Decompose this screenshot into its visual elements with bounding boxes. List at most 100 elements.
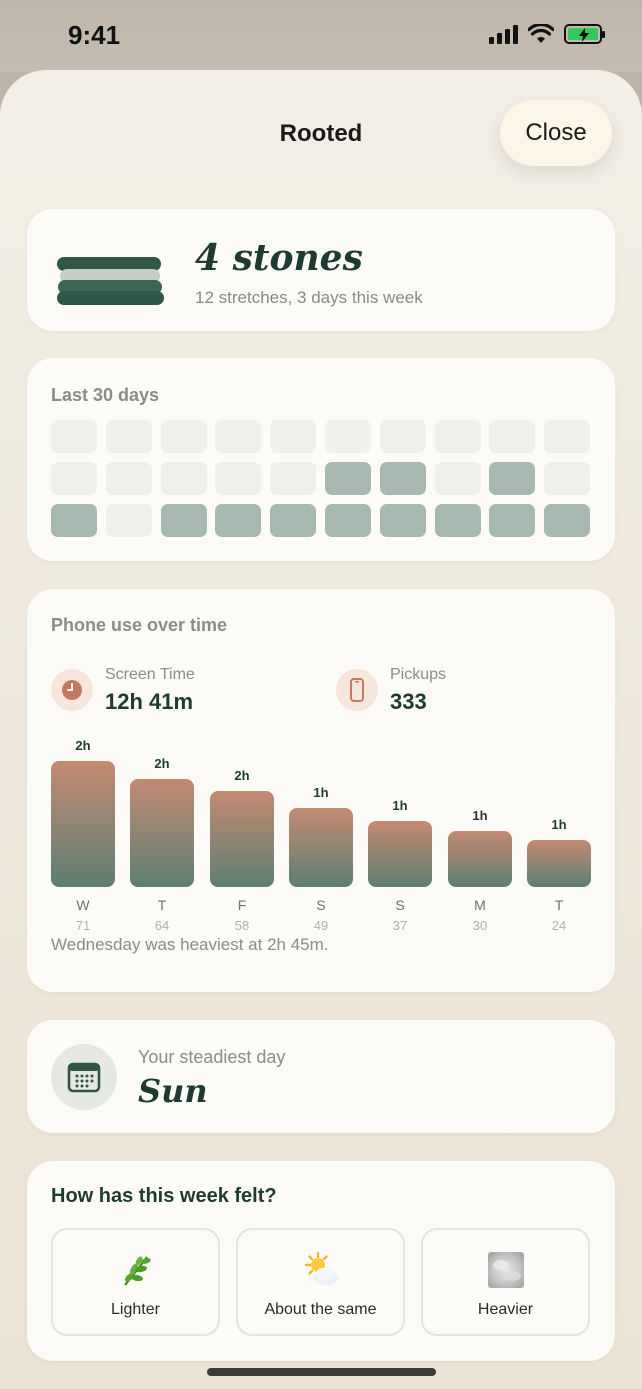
- day-grid: [51, 420, 591, 537]
- screen-time-bar: [130, 779, 194, 887]
- stones-card: 4 stones 12 stretches, 3 days this week: [27, 209, 615, 331]
- day-cell: [51, 462, 97, 495]
- active-day-cell: [51, 504, 97, 537]
- home-indicator: [207, 1368, 436, 1376]
- active-day-cell: [489, 462, 536, 495]
- sun-behind-cloud-icon: [238, 1250, 403, 1290]
- lighter-button[interactable]: Lighter: [51, 1228, 220, 1336]
- day-cell: [215, 462, 262, 495]
- stones-count: 4 stones: [195, 237, 363, 279]
- active-day-cell: [215, 504, 262, 537]
- battery-icon: [564, 24, 605, 44]
- bar-column: 1h S 49: [289, 739, 353, 939]
- status-icons: [489, 24, 605, 44]
- day-cell: [270, 462, 317, 495]
- heavier-button[interactable]: Heavier: [421, 1228, 590, 1336]
- steadiest-day-card: Your steadiest day Sun: [27, 1020, 615, 1133]
- about-the-same-button[interactable]: About the same: [236, 1228, 405, 1336]
- phone-use-card: Phone use over time Screen Time 12h 41m …: [27, 589, 615, 992]
- screen-time-bar: [51, 761, 115, 887]
- close-button[interactable]: Close: [500, 100, 612, 166]
- bar-day-label: S: [316, 897, 326, 913]
- bar-pickup-count: 49: [313, 918, 329, 933]
- bar-column: 2h W 71: [51, 738, 115, 939]
- screen-time-bar: [289, 808, 353, 887]
- day-cell: [105, 462, 152, 495]
- active-day-cell: [379, 504, 426, 537]
- bar-pickup-count: 71: [75, 918, 91, 933]
- bar-column: 1h T 24: [527, 739, 591, 939]
- day-cell: [434, 420, 481, 453]
- active-day-cell: [160, 504, 207, 537]
- day-cell: [215, 420, 262, 453]
- active-day-cell: [434, 504, 481, 537]
- day-cell: [105, 504, 152, 537]
- screen-time-bar: [210, 791, 274, 887]
- day-cell: [544, 462, 591, 495]
- bar-day-label: S: [395, 897, 405, 913]
- active-day-cell: [324, 462, 371, 495]
- bar-pickup-count: 64: [154, 918, 170, 933]
- day-cell: [51, 420, 97, 453]
- active-day-cell: [270, 504, 317, 537]
- bar-value-label: 2h: [75, 738, 91, 753]
- last-30-days-card: Last 30 days: [27, 358, 615, 561]
- heaviest-day-note: Wednesday was heaviest at 2h 45m.: [51, 935, 329, 954]
- bar-pickup-count: 37: [392, 918, 408, 933]
- status-time: 9:41: [68, 20, 121, 50]
- lighter-label: Lighter: [111, 1301, 160, 1318]
- active-day-cell: [324, 504, 371, 537]
- day-cell: [105, 420, 152, 453]
- active-day-cell: [379, 462, 426, 495]
- about-the-same-label: About the same: [264, 1301, 377, 1318]
- card-label: Last 30 days: [51, 385, 160, 405]
- bar-pickup-count: 24: [551, 918, 567, 933]
- day-cell: [270, 420, 317, 453]
- bar-day-label: F: [237, 897, 247, 913]
- day-cell: [379, 420, 426, 453]
- stones-subtitle: 12 stretches, 3 days this week: [195, 288, 423, 307]
- screen-time-value: 12h 41m: [105, 689, 194, 714]
- wifi-icon: [528, 24, 554, 43]
- feeling-question: How has this week felt?: [51, 1185, 277, 1207]
- day-cell: [160, 462, 207, 495]
- bar-day-label: T: [157, 897, 167, 913]
- bar-value-label: 2h: [234, 768, 250, 783]
- card-label: Phone use over time: [51, 615, 228, 635]
- screen-time-bar: [368, 821, 432, 887]
- pickups-value: 333: [390, 689, 427, 714]
- bar-column: 2h T 64: [130, 739, 194, 939]
- status-bar: 9:41: [0, 0, 642, 72]
- day-cell: [160, 420, 207, 453]
- active-day-cell: [489, 504, 536, 537]
- bar-day-label: W: [76, 897, 90, 913]
- bar-column: 2h F 58: [210, 739, 274, 939]
- pickups-label: Pickups: [390, 666, 447, 683]
- day-cell: [434, 462, 481, 495]
- bar-value-label: 2h: [154, 756, 170, 771]
- bar-pickup-count: 58: [234, 918, 250, 933]
- rooted-sheet: Rooted Close 4 stones 12 stretches, 3 da…: [0, 70, 642, 1389]
- active-day-cell: [544, 504, 591, 537]
- bar-column: 1h S 37: [368, 739, 432, 939]
- bar-value-label: 1h: [392, 798, 408, 813]
- heavier-label: Heavier: [477, 1301, 534, 1318]
- herb-icon: [53, 1250, 218, 1290]
- bar-value-label: 1h: [472, 808, 488, 823]
- day-cell: [489, 420, 536, 453]
- calendar-icon: [51, 1044, 117, 1110]
- screen-time-label: Screen Time: [105, 666, 195, 683]
- steadiest-day-label: Your steadiest day: [138, 1047, 286, 1067]
- day-cell: [544, 420, 591, 453]
- day-cell: [324, 420, 371, 453]
- bar-pickup-count: 30: [472, 918, 488, 933]
- bar-day-label: T: [554, 897, 564, 913]
- screen-time-bar: [448, 831, 512, 887]
- fog-icon: [423, 1250, 588, 1290]
- screen-time-bar-chart: 2h W 71 2h T 64 2h F 58 1h S 49 1h S 37 1h M 30 1h T 24: [51, 738, 591, 939]
- stone: [57, 291, 164, 305]
- bar-column: 1h M 30: [448, 739, 512, 939]
- steadiest-day-value: Sun: [138, 1072, 208, 1110]
- clock-icon: [51, 669, 93, 711]
- bar-value-label: 1h: [313, 785, 329, 800]
